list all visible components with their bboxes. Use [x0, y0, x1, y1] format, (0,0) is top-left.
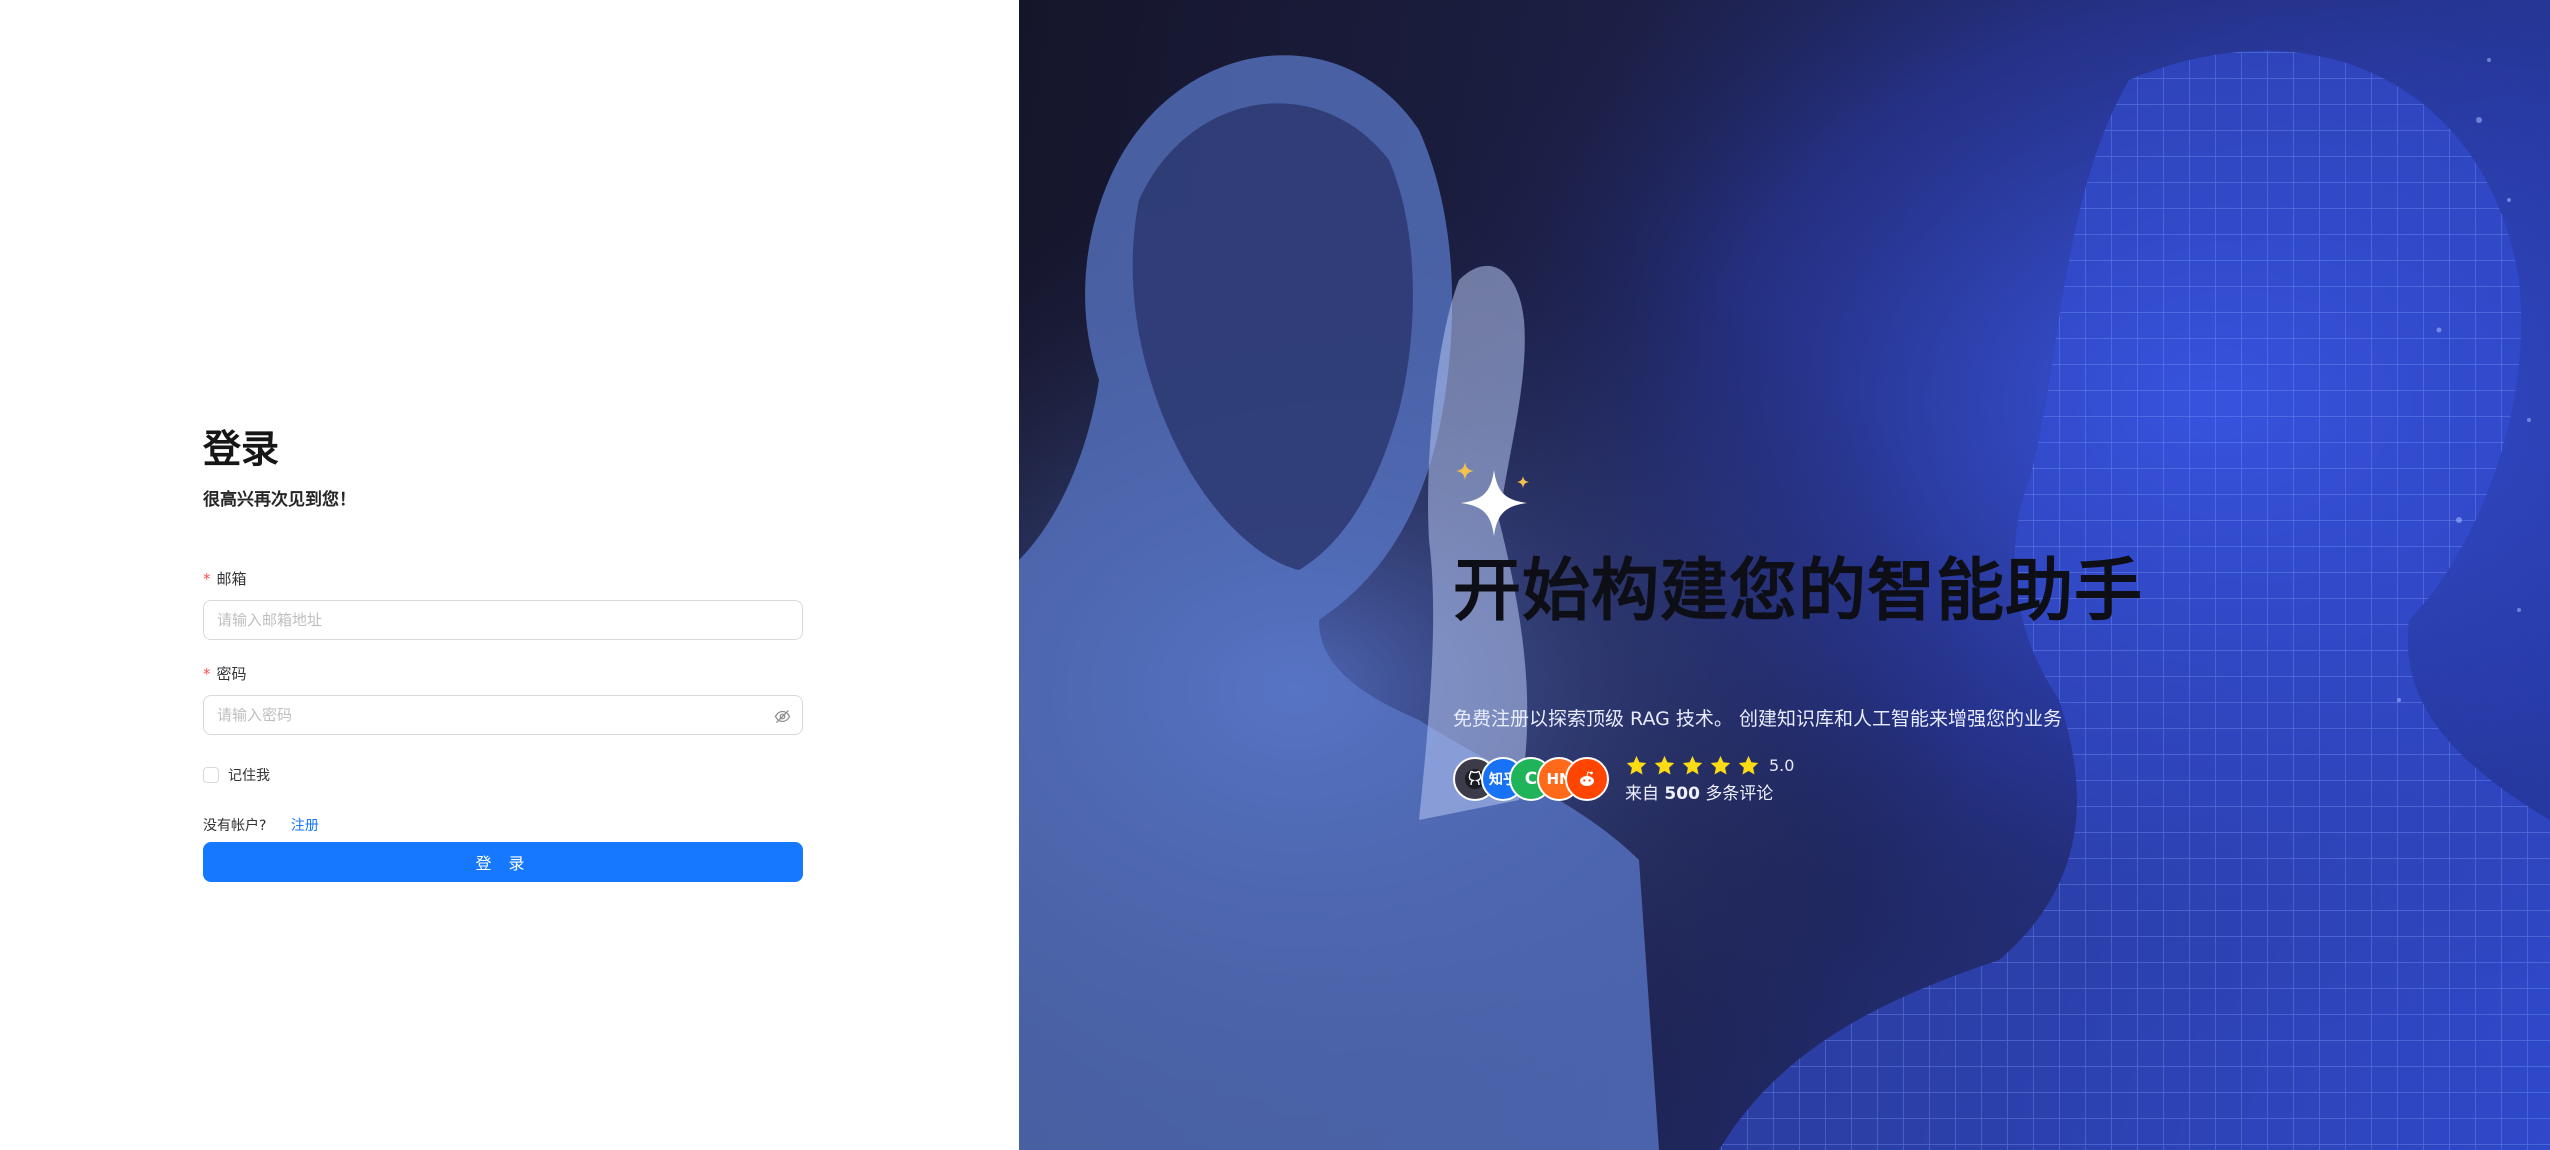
hero-description: 免费注册以探索顶级 RAG 技术。 创建知识库和人工智能来增强您的业务	[1453, 708, 2062, 730]
rating-row: 知乎 C HN 5.0 来自 500 多条评论	[1453, 754, 2453, 804]
signup-link[interactable]: 注册	[291, 818, 319, 834]
star-icon	[1654, 755, 1675, 775]
remember-me[interactable]: 记住我	[203, 765, 803, 785]
reviews-count: 500	[1664, 784, 1700, 804]
hero-content: 开始构建您的智能助手 免费注册以探索顶级 RAG 技术。 创建知识库和人工智能来…	[1453, 462, 2453, 804]
password-label-text: 密码	[216, 665, 247, 683]
required-mark: *	[203, 665, 211, 683]
login-panel: 登录 很高兴再次见到您！ * 邮箱 * 密码	[0, 0, 1019, 1150]
no-account-text: 没有帐户?	[203, 818, 267, 834]
star-icon	[1626, 755, 1647, 775]
signup-row: 没有帐户? 注册	[203, 817, 803, 835]
password-label: * 密码	[203, 664, 803, 684]
reviews-suffix: 多条评论	[1705, 784, 1774, 804]
email-field-wrapper	[203, 600, 803, 640]
reddit-icon	[1580, 771, 1594, 786]
password-field-wrapper	[203, 695, 803, 735]
rating-score: 5.0	[1769, 756, 1795, 775]
login-button[interactable]: 登 录	[203, 842, 803, 882]
reviews-text: 来自 500 多条评论	[1625, 779, 1794, 804]
email-label-text: 邮箱	[216, 570, 247, 588]
email-label: * 邮箱	[203, 569, 803, 589]
login-page: 登录 很高兴再次见到您！ * 邮箱 * 密码	[0, 0, 2550, 1150]
hero-headline: 开始构建您的智能助手	[1453, 552, 2144, 631]
rating-info: 5.0 来自 500 多条评论	[1625, 754, 1794, 804]
avatar-group: 知乎 C HN	[1453, 757, 1609, 801]
page-subtitle: 很高兴再次见到您！	[203, 490, 356, 510]
remember-checkbox[interactable]	[203, 767, 219, 783]
star-icon	[1682, 755, 1703, 775]
reddit-avatar	[1565, 757, 1609, 801]
hero-panel: 开始构建您的智能助手 免费注册以探索顶级 RAG 技术。 创建知识库和人工智能来…	[1019, 0, 2550, 1150]
remember-label: 记住我	[228, 768, 270, 784]
login-form: 登录 很高兴再次见到您！ * 邮箱 * 密码	[203, 425, 803, 882]
eye-invisible-icon[interactable]	[772, 706, 792, 726]
password-field[interactable]	[204, 696, 802, 734]
stars-line: 5.0	[1625, 754, 1794, 777]
required-mark: *	[203, 570, 211, 588]
reviews-prefix: 来自	[1625, 784, 1659, 804]
star-icon	[1710, 755, 1731, 775]
sparkle-icon	[1456, 462, 1529, 536]
email-field[interactable]	[204, 601, 802, 639]
star-icon	[1738, 755, 1759, 775]
page-title: 登录	[203, 427, 280, 471]
